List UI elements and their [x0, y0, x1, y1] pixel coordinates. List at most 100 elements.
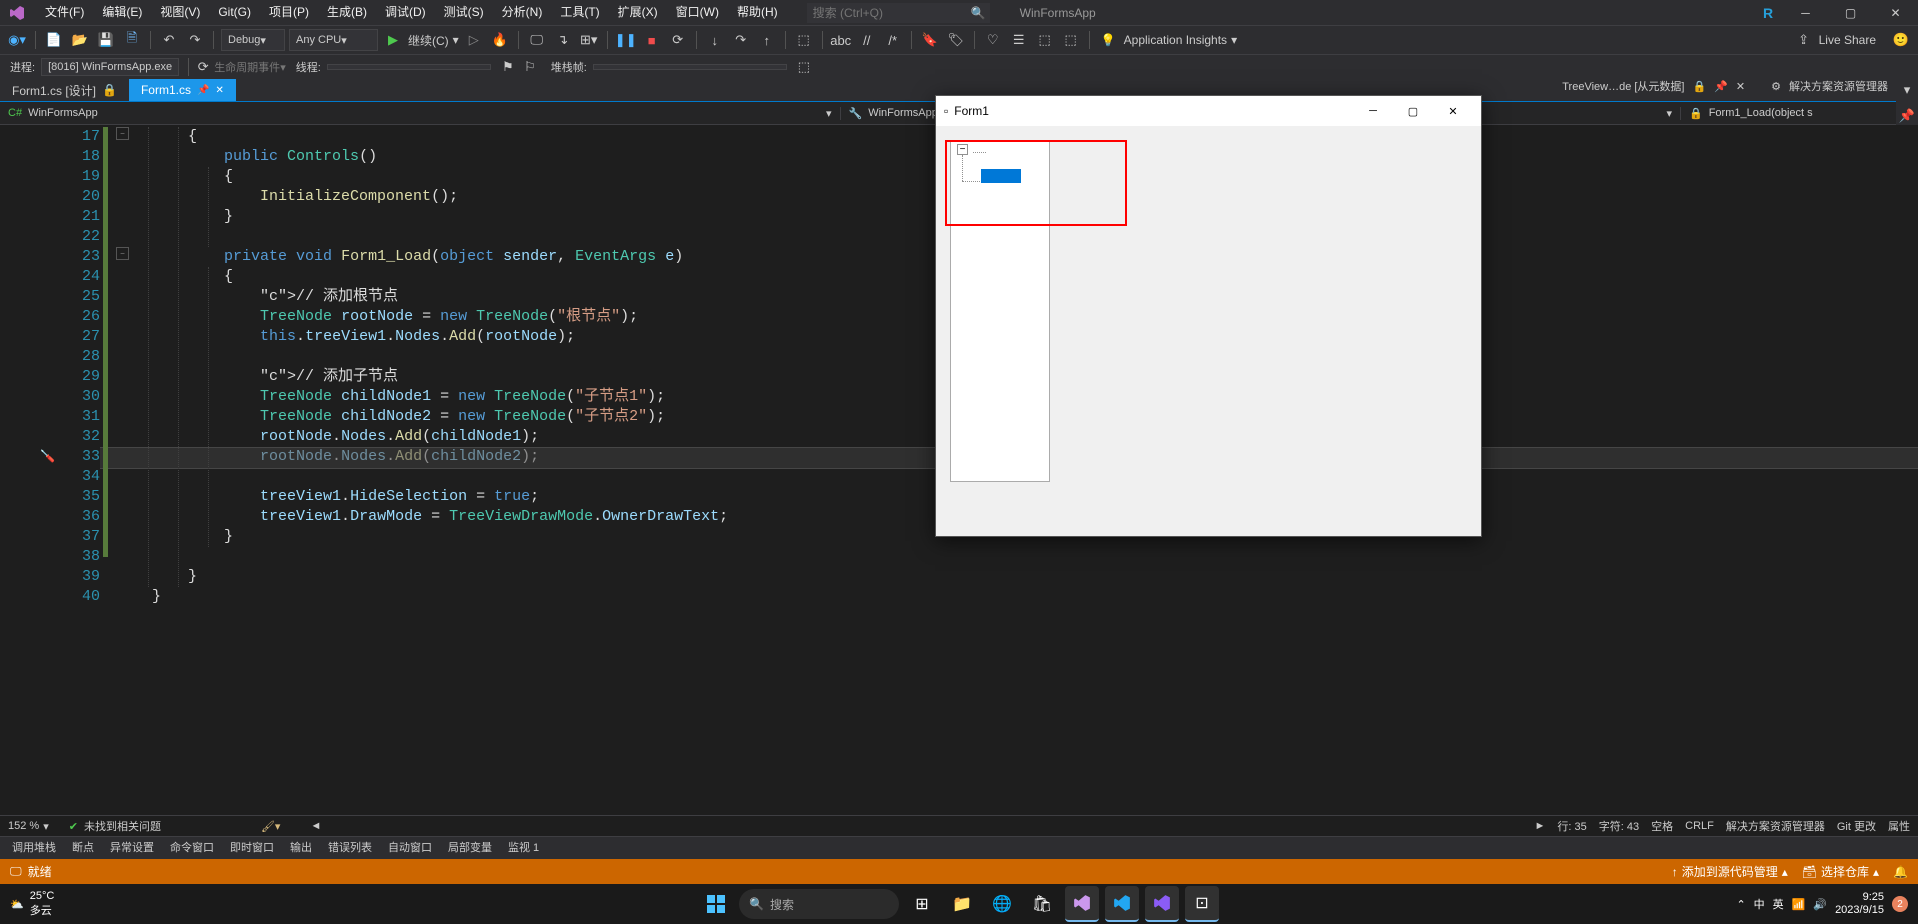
tab-output[interactable]: 输出: [282, 837, 320, 859]
menu-help[interactable]: 帮助(H): [728, 0, 787, 25]
tab-designer[interactable]: Form1.cs [设计] 🔒: [0, 79, 129, 101]
tab-callstack[interactable]: 调用堆栈: [4, 837, 64, 859]
notifications-icon[interactable]: 🔔: [1893, 865, 1908, 879]
zoom-level[interactable]: 152 %: [8, 820, 39, 832]
stop-icon[interactable]: ■: [641, 29, 663, 51]
expand-icon[interactable]: −: [957, 144, 968, 155]
ime-mode[interactable]: 英: [1773, 896, 1784, 912]
start-button[interactable]: [699, 887, 733, 921]
explorer-icon[interactable]: 📁: [945, 887, 979, 921]
pause-icon[interactable]: ❚❚: [615, 29, 637, 51]
chevron-up-icon[interactable]: ⌃: [1736, 898, 1745, 911]
volume-icon[interactable]: 🔊: [1813, 898, 1827, 911]
store-icon[interactable]: 🛍: [1025, 887, 1059, 921]
form1-minimize[interactable]: ─: [1353, 96, 1393, 126]
menu-git[interactable]: Git(G): [209, 0, 260, 25]
stack-tool-icon[interactable]: ⬚: [793, 56, 815, 78]
tab-command[interactable]: 命令窗口: [162, 837, 222, 859]
right-tab-2[interactable]: Git 更改: [1837, 818, 1876, 834]
menu-debug[interactable]: 调试(D): [376, 0, 435, 25]
running-form-window[interactable]: ▫ Form1 ─ ▢ ✕ −: [935, 95, 1482, 537]
continue-button[interactable]: ▶: [382, 29, 404, 51]
restart-icon[interactable]: ⟳: [667, 29, 689, 51]
notification-badge[interactable]: 2: [1892, 896, 1908, 912]
uncomment-icon[interactable]: /*: [882, 29, 904, 51]
task-icon[interactable]: ☰: [1008, 29, 1030, 51]
scroll-left-icon[interactable]: ◄: [310, 820, 321, 832]
right-tab-3[interactable]: 属性: [1888, 818, 1910, 834]
task-view-icon[interactable]: ⊞: [905, 887, 939, 921]
live-share-label[interactable]: Live Share: [1819, 33, 1876, 47]
source-control-button[interactable]: ↑ 添加到源代码管理 ▴: [1672, 863, 1788, 880]
ctx-pin-icon[interactable]: 📌: [1714, 80, 1728, 93]
favorite-icon[interactable]: ♡: [982, 29, 1004, 51]
thread-flag-icon[interactable]: ⚑: [497, 56, 519, 78]
form1-close[interactable]: ✕: [1433, 96, 1473, 126]
open-file-icon[interactable]: 📂: [69, 29, 91, 51]
right-tab-1[interactable]: 解决方案资源管理器: [1726, 818, 1825, 834]
diag-icon[interactable]: ⬚: [1060, 29, 1082, 51]
step-out-icon[interactable]: ↑: [756, 29, 778, 51]
ime-indicator[interactable]: 中: [1754, 896, 1765, 912]
menu-view[interactable]: 视图(V): [151, 0, 209, 25]
menu-file[interactable]: 文件(F): [36, 0, 93, 25]
selected-tree-node[interactable]: [981, 169, 1021, 183]
config-dropdown[interactable]: Debug ▾: [221, 29, 285, 51]
tab-exceptions[interactable]: 异常设置: [102, 837, 162, 859]
tab-breakpoints[interactable]: 断点: [64, 837, 102, 859]
app-insights-label[interactable]: Application Insights: [1124, 33, 1227, 47]
brush-icon[interactable]: 🖌▾: [261, 820, 281, 833]
hot-reload-icon[interactable]: 🔥: [489, 29, 511, 51]
taskbar-search[interactable]: 🔍搜索: [739, 889, 899, 919]
tab-locals[interactable]: 局部变量: [440, 837, 500, 859]
window-layout-icon[interactable]: ⊞▾: [578, 29, 600, 51]
fold-icon[interactable]: −: [116, 247, 129, 260]
step-icon[interactable]: ↴: [552, 29, 574, 51]
stackframe-dropdown[interactable]: [593, 64, 787, 70]
menu-tools[interactable]: 工具(T): [551, 0, 608, 25]
menu-build[interactable]: 生成(B): [318, 0, 376, 25]
app-taskbar-icon[interactable]: ⊡: [1185, 886, 1219, 922]
bookmark2-icon[interactable]: 🏷: [945, 29, 967, 51]
menu-test[interactable]: 测试(S): [435, 0, 493, 25]
step-over-icon[interactable]: ↷: [730, 29, 752, 51]
lifecycle-icon[interactable]: ⟳: [192, 56, 214, 78]
redo-icon[interactable]: ↷: [184, 29, 206, 51]
process-dropdown[interactable]: [8016] WinFormsApp.exe: [41, 58, 179, 76]
spaces-indicator[interactable]: 空格: [1651, 818, 1673, 834]
step-into-icon[interactable]: ↓: [704, 29, 726, 51]
format-icon[interactable]: abc: [830, 29, 852, 51]
menu-window[interactable]: 窗口(W): [667, 0, 728, 25]
tab-code[interactable]: Form1.cs 📌 ✕: [129, 79, 236, 101]
weather-widget[interactable]: ⛅ 25°C多云: [10, 890, 54, 918]
bulb-icon[interactable]: 💡: [1101, 33, 1116, 47]
undo-icon[interactable]: ↶: [158, 29, 180, 51]
gear-icon[interactable]: ⚙: [1771, 80, 1781, 93]
form1-maximize[interactable]: ▢: [1393, 96, 1433, 126]
tool-icon[interactable]: ⬚: [793, 29, 815, 51]
tab-errorlist[interactable]: 错误列表: [320, 837, 380, 859]
bookmark-icon[interactable]: 🔖: [919, 29, 941, 51]
ctx-close-icon[interactable]: ✕: [1736, 80, 1745, 93]
system-tray[interactable]: ⌃ 中 英 📶 🔊 9:252023/9/15 2: [1736, 891, 1908, 917]
clock[interactable]: 9:252023/9/15: [1835, 891, 1884, 917]
new-file-icon[interactable]: 📄: [43, 29, 65, 51]
panel-dropdown-icon[interactable]: ▾: [1896, 79, 1918, 101]
tab-autos[interactable]: 自动窗口: [380, 837, 440, 859]
comment-icon[interactable]: //: [856, 29, 878, 51]
resharper-icon[interactable]: R: [1753, 0, 1783, 25]
tab-immediate[interactable]: 即时窗口: [222, 837, 282, 859]
menu-edit[interactable]: 编辑(E): [93, 0, 151, 25]
wifi-icon[interactable]: 📶: [1792, 898, 1806, 911]
panel-pin-icon[interactable]: 📌: [1896, 105, 1918, 127]
tab-close-icon[interactable]: ✕: [215, 85, 223, 96]
save-icon[interactable]: 💾: [95, 29, 117, 51]
platform-dropdown[interactable]: Any CPU ▾: [289, 29, 378, 51]
tab-watch[interactable]: 监视 1: [500, 837, 547, 859]
vs-taskbar-icon[interactable]: [1065, 886, 1099, 922]
feedback-icon[interactable]: 🙂: [1890, 29, 1912, 51]
fold-icon[interactable]: −: [116, 127, 129, 140]
save-all-icon[interactable]: 🗎: [121, 29, 143, 51]
edge-icon[interactable]: 🌐: [985, 887, 1019, 921]
thread-filter-icon[interactable]: ⚐: [519, 56, 541, 78]
